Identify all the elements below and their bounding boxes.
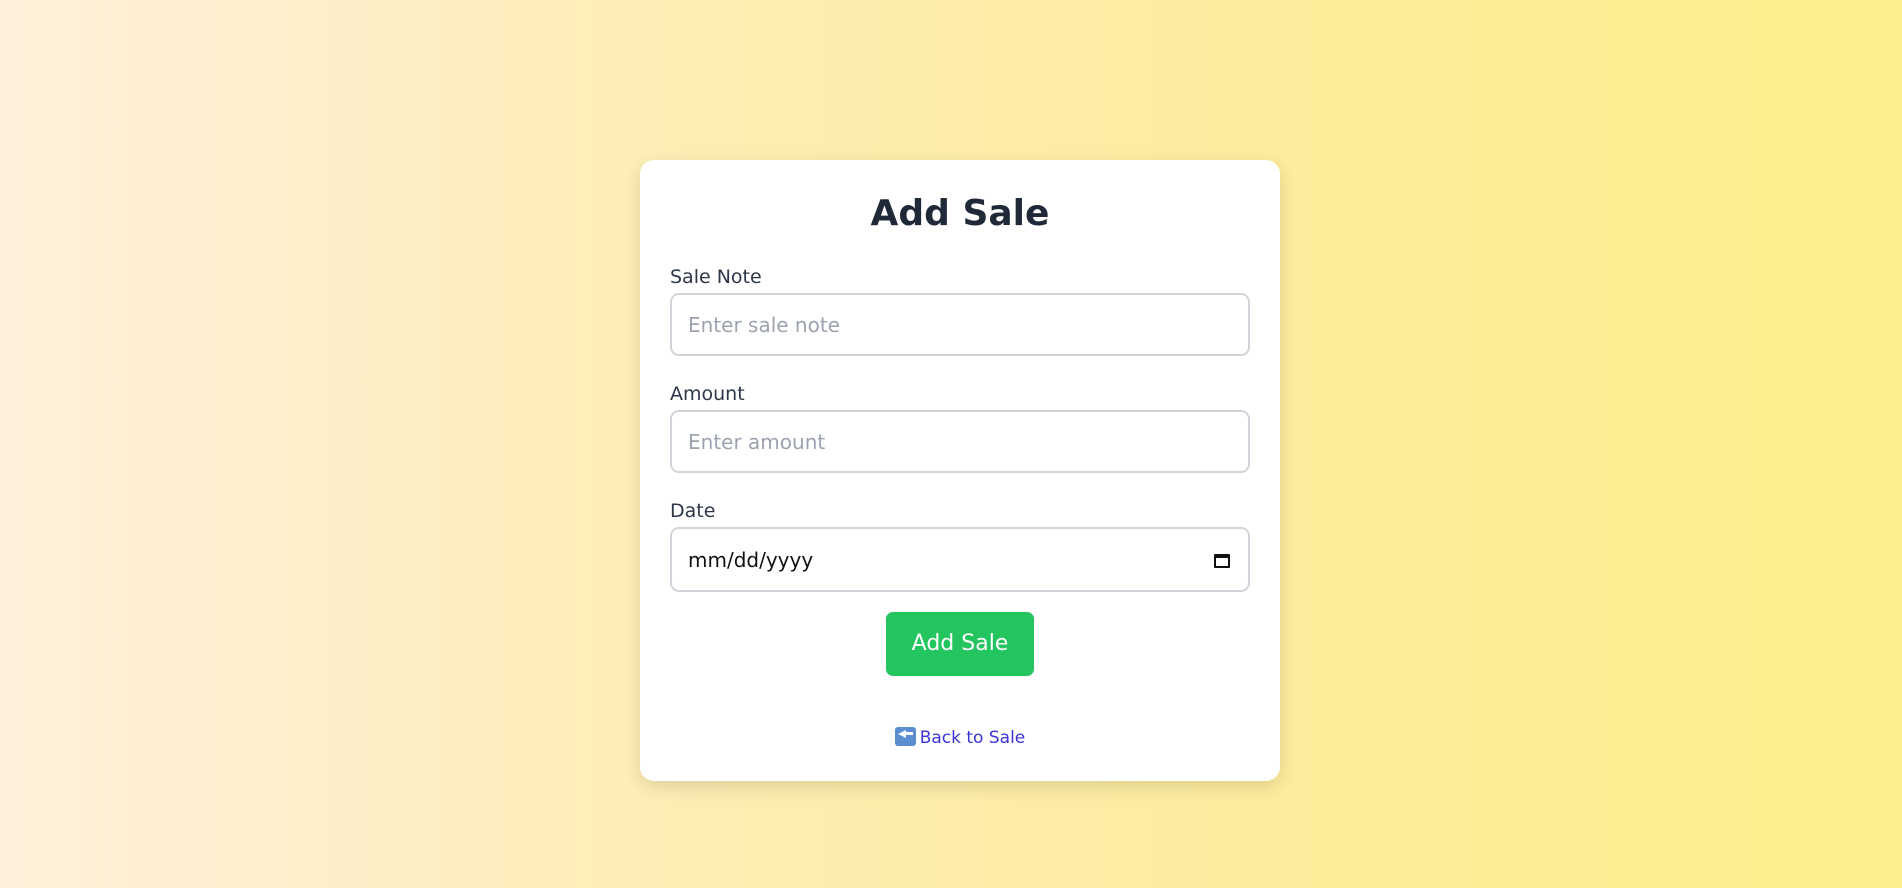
calendar-icon[interactable]: [1214, 552, 1230, 568]
sale-note-input[interactable]: Enter sale note: [670, 293, 1250, 356]
date-placeholder: mm/dd/yyyy: [688, 547, 814, 572]
sale-note-label: Sale Note: [670, 266, 762, 288]
amount-placeholder: Enter amount: [688, 429, 826, 454]
date-input[interactable]: mm/dd/yyyy: [670, 527, 1250, 592]
add-sale-card: Add Sale Sale Note Enter sale note Amoun…: [640, 160, 1280, 781]
page-title: Add Sale: [870, 193, 1050, 234]
amount-label: Amount: [670, 383, 745, 405]
back-arrow-icon: [894, 727, 916, 746]
add-sale-button[interactable]: Add Sale: [886, 612, 1034, 676]
back-link-label: Back to Sale: [919, 728, 1026, 748]
sale-note-placeholder: Enter sale note: [688, 312, 840, 337]
back-to-sale-link[interactable]: Back to Sale: [670, 726, 1250, 750]
date-label: Date: [670, 500, 716, 522]
amount-input[interactable]: Enter amount: [670, 410, 1250, 473]
